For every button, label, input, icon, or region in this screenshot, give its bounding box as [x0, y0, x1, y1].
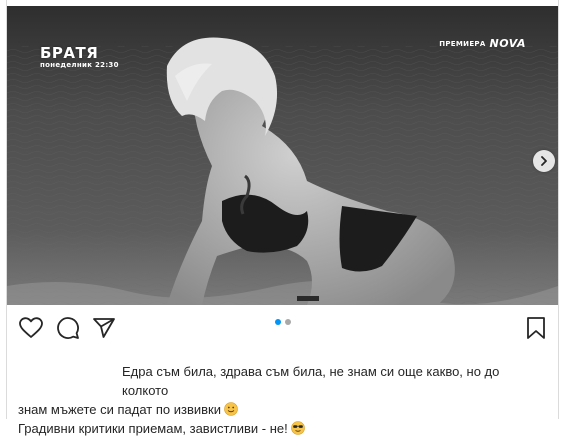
caption-line-3-text: Градивни критики приемам, завистливи - н…: [18, 421, 288, 436]
comment-button[interactable]: [55, 315, 81, 341]
caption-line-1: Едра съм била, здрава съм била, не знам …: [122, 364, 500, 398]
smiling-face-emoji: [224, 402, 238, 416]
carousel-dot-active: [275, 319, 281, 325]
instagram-post: БРАТЯ понеделник 22:30 ПРЕМИЕРА NOVA Едр…: [0, 0, 567, 436]
caption-line-3: Градивни критики приемам, завистливи - н…: [18, 419, 548, 438]
show-watermark: БРАТЯ понеделник 22:30: [40, 44, 119, 69]
channel-logo: NOVA: [489, 37, 526, 50]
sunglasses-face-emoji: [290, 421, 305, 435]
show-schedule: понеделник 22:30: [40, 61, 119, 69]
comment-icon: [57, 317, 79, 339]
heart-icon: [19, 317, 43, 338]
like-button[interactable]: [18, 315, 44, 341]
post-action-bar: [7, 305, 558, 345]
show-title: БРАТЯ: [40, 44, 99, 62]
chevron-right-icon: [541, 156, 547, 166]
premiere-watermark: ПРЕМИЕРА NOVA: [439, 37, 526, 50]
caption-line-2: знам мъжете си падат по извивки: [18, 400, 548, 419]
bookmark-icon: [527, 317, 545, 339]
share-button[interactable]: [91, 315, 117, 341]
send-icon: [93, 318, 115, 338]
carousel-dot: [285, 319, 291, 325]
carousel-next-button[interactable]: [533, 150, 555, 172]
save-button[interactable]: [523, 315, 549, 341]
premiere-label: ПРЕМИЕРА: [439, 39, 486, 48]
post-caption: Едра съм била, здрава съм била, не знам …: [18, 362, 548, 438]
carousel-indicator: [275, 319, 291, 325]
caption-line-2-text: знам мъжете си падат по извивки: [18, 402, 221, 417]
post-media-carousel[interactable]: БРАТЯ понеделник 22:30 ПРЕМИЕРА NOVA: [7, 6, 558, 305]
